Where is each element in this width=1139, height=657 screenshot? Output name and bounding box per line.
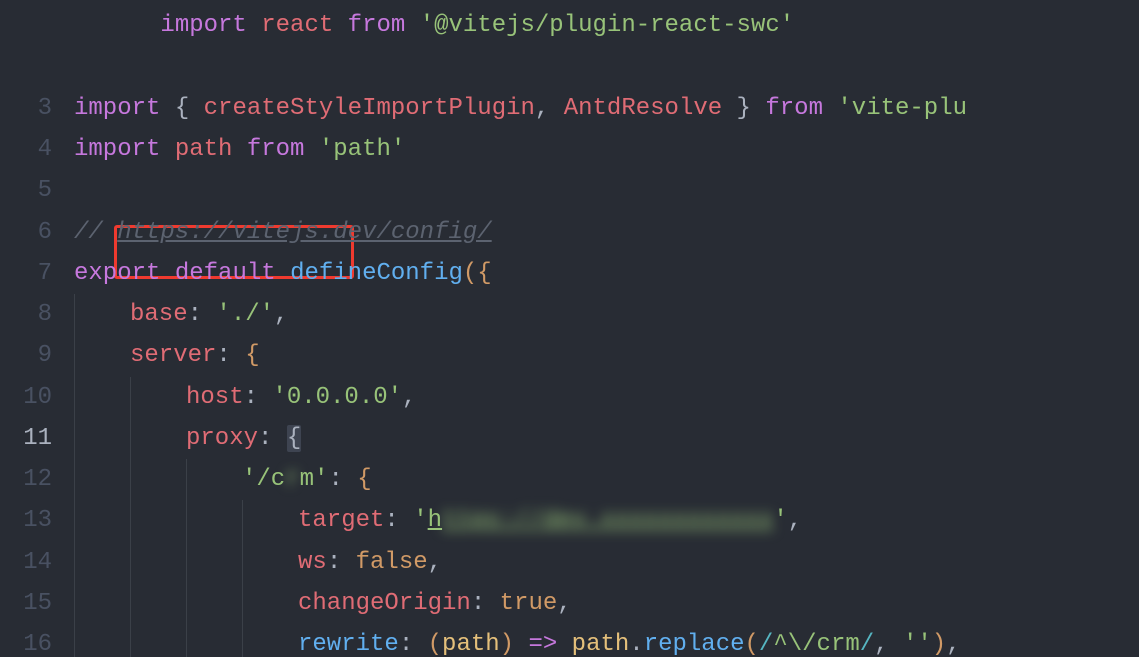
line-number: 7: [0, 253, 74, 294]
code-content[interactable]: [74, 170, 1139, 211]
line-number: 10: [0, 377, 74, 418]
code-content[interactable]: proxy: {: [74, 418, 1139, 459]
code-line[interactable]: 15 changeOrigin: true,: [0, 583, 1139, 624]
code-content[interactable]: // https://vitejs.dev/config/: [74, 212, 1139, 253]
code-line[interactable]: 14 ws: false,: [0, 542, 1139, 583]
code-content[interactable]: base: './',: [74, 294, 1139, 335]
code-line[interactable]: 16 rewrite: (path) => path.replace(/^\/c…: [0, 624, 1139, 657]
code-line[interactable]: 5: [0, 170, 1139, 211]
code-content[interactable]: host: '0.0.0.0',: [74, 377, 1139, 418]
code-line[interactable]: 13 target: 'https://dev.xxxxxxxxxxxx',: [0, 500, 1139, 541]
code-content[interactable]: rewrite: (path) => path.replace(/^\/crm/…: [74, 624, 1139, 657]
code-line[interactable]: 10 host: '0.0.0.0',: [0, 377, 1139, 418]
line-number: 14: [0, 542, 74, 583]
code-line[interactable]: 11 proxy: {: [0, 418, 1139, 459]
code-content[interactable]: export default defineConfig({: [74, 253, 1139, 294]
code-line[interactable]: 6 // https://vitejs.dev/config/: [0, 212, 1139, 253]
line-number: 15: [0, 583, 74, 624]
code-line[interactable]: 12 '/crm': {: [0, 459, 1139, 500]
line-number: 9: [0, 335, 74, 376]
code-content[interactable]: changeOrigin: true,: [74, 583, 1139, 624]
line-number: 3: [0, 88, 74, 129]
code-line[interactable]: 2 import react from '@vitejs/plugin-reac…: [0, 0, 1139, 88]
code-content[interactable]: ws: false,: [74, 542, 1139, 583]
code-content[interactable]: import path from 'path': [74, 129, 1139, 170]
line-number: 6: [0, 212, 74, 253]
code-content[interactable]: import react from '@vitejs/plugin-react-…: [74, 0, 1139, 88]
line-number: 11: [0, 418, 74, 459]
code-line[interactable]: 9 server: {: [0, 335, 1139, 376]
code-line[interactable]: 4 import path from 'path': [0, 129, 1139, 170]
line-number: 4: [0, 129, 74, 170]
line-number: 2: [0, 0, 74, 88]
line-number: 5: [0, 170, 74, 211]
code-editor[interactable]: 2 import react from '@vitejs/plugin-reac…: [0, 0, 1139, 657]
code-line[interactable]: 3 import { createStyleImportPlugin, Antd…: [0, 88, 1139, 129]
code-content[interactable]: server: {: [74, 335, 1139, 376]
line-number: 13: [0, 500, 74, 541]
code-content[interactable]: target: 'https://dev.xxxxxxxxxxxx',: [74, 500, 1139, 541]
code-content[interactable]: '/crm': {: [74, 459, 1139, 500]
line-number: 8: [0, 294, 74, 335]
line-number: 16: [0, 624, 74, 657]
redacted-url: ttps://dev.xxxxxxxxxxxx: [442, 500, 773, 541]
code-line[interactable]: 7 export default defineConfig({: [0, 253, 1139, 294]
code-content[interactable]: import { createStyleImportPlugin, AntdRe…: [74, 88, 1139, 129]
line-number: 12: [0, 459, 74, 500]
code-line[interactable]: 8 base: './',: [0, 294, 1139, 335]
